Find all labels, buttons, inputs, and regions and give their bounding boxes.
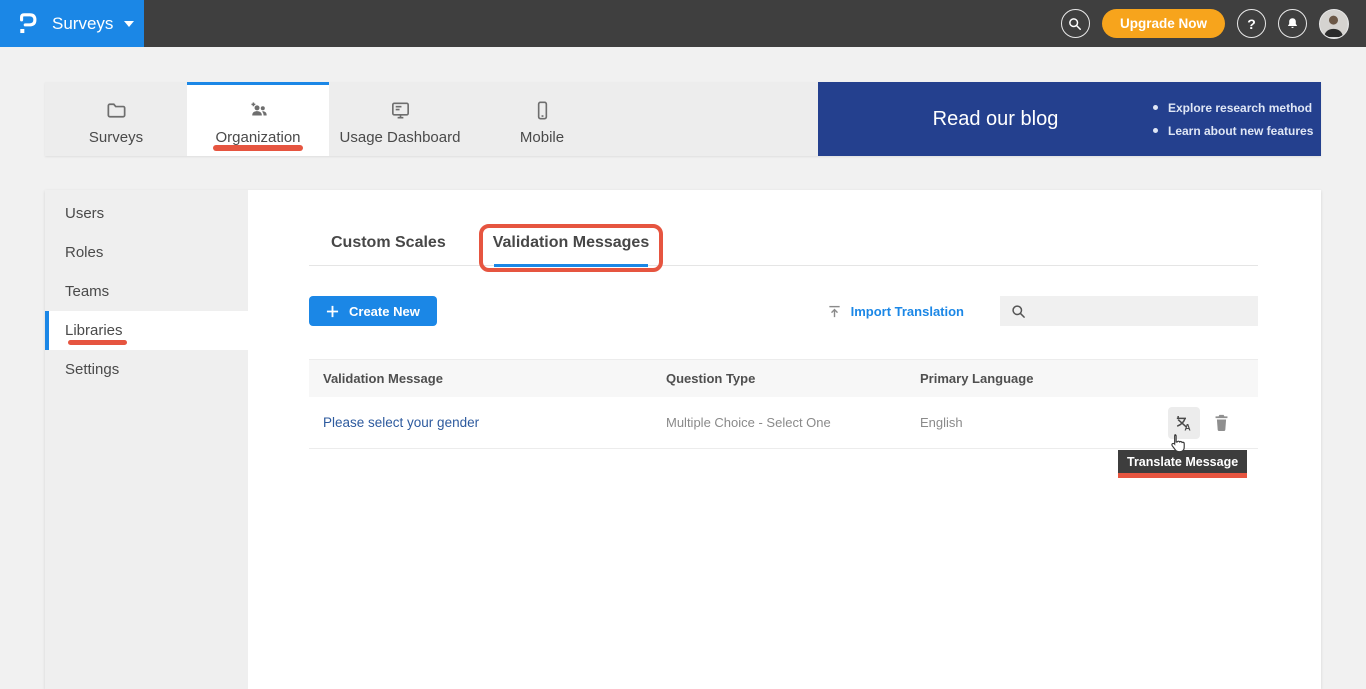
bullet-dot-icon [1153,128,1158,133]
notifications-button[interactable] [1278,9,1307,38]
nav-tab-label: Mobile [520,129,564,146]
translate-message-button[interactable]: A [1168,407,1200,439]
annotation-underline-libraries [68,340,127,345]
product-switcher[interactable]: Surveys [0,0,144,47]
add-people-icon [246,99,270,122]
blog-banner[interactable]: Read our blog Explore research method Le… [818,82,1321,156]
nav-tab-label: Surveys [89,129,143,146]
user-avatar[interactable] [1319,9,1349,39]
trash-icon [1213,413,1230,432]
upload-icon [827,304,842,319]
svg-text:A: A [1184,422,1191,432]
chevron-down-icon [124,21,134,27]
upgrade-now-button[interactable]: Upgrade Now [1102,9,1225,38]
library-tabs: Custom Scales Validation Messages [309,234,1258,266]
nav-tab-surveys[interactable]: Surveys [45,82,187,156]
plus-icon [326,305,339,318]
nav-tab-organization[interactable]: Organization [187,82,329,156]
nav-tab-label: Usage Dashboard [340,129,461,146]
nav-tab-label: Organization [215,129,300,146]
toolbar: Create New Import Translation [309,296,1258,326]
question-type-cell: Multiple Choice - Select One [666,415,920,430]
mobile-icon [531,99,554,122]
libraries-panel: Custom Scales Validation Messages Create… [248,190,1321,689]
bullet-dot-icon [1153,105,1158,110]
sidebar-item-roles[interactable]: Roles [45,233,248,272]
column-header-primary-language: Primary Language [920,371,1158,386]
table-search[interactable] [1000,296,1258,326]
search-icon [1068,17,1082,31]
bell-icon [1285,16,1300,31]
main-nav-tabs: Surveys Organization Usage Dashboard Mob… [45,82,818,156]
sidebar-item-libraries[interactable]: Libraries [45,311,248,350]
row-actions: A [1158,407,1258,439]
translate-message-tooltip: Translate Message [1118,450,1247,478]
banner-bullet: Explore research method [1153,101,1313,115]
search-input[interactable] [1034,304,1234,319]
sidebar-item-teams[interactable]: Teams [45,272,248,311]
sidebar-item-settings[interactable]: Settings [45,350,248,389]
create-new-button[interactable]: Create New [309,296,437,326]
question-mark-icon: ? [1247,16,1256,32]
tab-custom-scales[interactable]: Custom Scales [331,234,446,265]
column-header-validation-message: Validation Message [309,371,666,386]
banner-bullet-list: Explore research method Learn about new … [1153,101,1313,138]
tab-validation-messages[interactable]: Validation Messages [493,234,650,265]
top-bar: Surveys Upgrade Now ? [0,0,1366,47]
banner-title: Read our blog [873,108,1118,131]
nav-tab-mobile[interactable]: Mobile [471,82,613,156]
sidebar-item-users[interactable]: Users [45,194,248,233]
settings-sidebar: Users Roles Teams Libraries Settings [45,190,248,689]
column-header-question-type: Question Type [666,371,920,386]
help-button[interactable]: ? [1237,9,1266,38]
primary-language-cell: English [920,415,1158,430]
validation-messages-table: Validation Message Question Type Primary… [309,359,1258,449]
questionpro-logo-icon [17,10,39,37]
search-icon [1011,304,1026,319]
product-label: Surveys [52,14,113,34]
nav-tab-usage-dashboard[interactable]: Usage Dashboard [329,82,471,156]
annotation-underline-organization [213,145,303,151]
validation-message-link[interactable]: Please select your gender [323,415,479,430]
delete-message-button[interactable] [1213,413,1230,432]
import-translation-link[interactable]: Import Translation [827,304,964,319]
table-header-row: Validation Message Question Type Primary… [309,360,1258,397]
table-row: Please select your gender Multiple Choic… [309,397,1258,449]
banner-bullet: Learn about new features [1153,124,1313,138]
topbar-actions: Upgrade Now ? [1061,9,1366,39]
folder-icon [105,99,128,122]
content-card: Users Roles Teams Libraries Settings Cus… [45,190,1321,689]
translate-icon: A [1174,413,1194,433]
search-button[interactable] [1061,9,1090,38]
dashboard-icon [389,99,412,122]
nav-strip: Surveys Organization Usage Dashboard Mob… [45,82,1321,156]
